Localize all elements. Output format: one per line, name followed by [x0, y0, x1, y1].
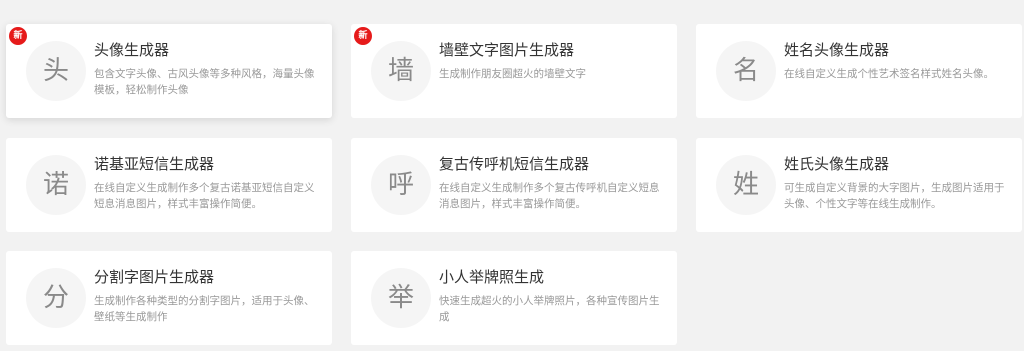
card-title[interactable]: 复古传呼机短信生成器 — [439, 153, 589, 174]
card-description: 生成制作朋友圈超火的墙壁文字 — [439, 68, 586, 80]
card-description: 在线自定义生成个性艺术签名样式姓名头像。 — [784, 68, 994, 80]
card-description: 可生成自定义背景的大字图片，生成图片适用于头像、个性文字等在线生成制作。 — [784, 182, 1005, 210]
card-icon: 诺 — [26, 155, 86, 215]
card-icon: 分 — [26, 268, 86, 328]
card-icon: 头 — [26, 41, 86, 101]
card-surname-avatar-generator[interactable]: 姓 姓氏头像生成器 可生成自定义背景的大字图片，生成图片适用于头像、个性文字等在… — [696, 138, 1022, 232]
card-icon: 墙 — [371, 41, 431, 101]
card-description: 快速生成超火的小人举牌照片，各种宣传图片生成 — [439, 295, 660, 323]
card-icon: 举 — [371, 268, 431, 328]
card-title[interactable]: 分割字图片生成器 — [94, 266, 214, 287]
card-icon: 呼 — [371, 155, 431, 215]
card-title[interactable]: 小人举牌照生成 — [439, 266, 544, 287]
card-avatar-generator[interactable]: 头 头像生成器 包含文字头像、古风头像等多种风格，海量头像模板，轻松制作头像 — [6, 24, 332, 118]
card-sign-holder-generator[interactable]: 举 小人举牌照生成 快速生成超火的小人举牌照片，各种宣传图片生成 — [351, 251, 677, 345]
new-badge: 新 — [354, 27, 372, 45]
tool-card-grid: 头 头像生成器 包含文字头像、古风头像等多种风格，海量头像模板，轻松制作头像 新… — [0, 0, 1024, 351]
card-title[interactable]: 姓氏头像生成器 — [784, 153, 889, 174]
card-icon: 姓 — [716, 155, 776, 215]
card-description: 生成制作各种类型的分割字图片，适用于头像、壁纸等生成制作 — [94, 295, 315, 323]
card-description: 包含文字头像、古风头像等多种风格，海量头像模板，轻松制作头像 — [94, 68, 315, 96]
card-nokia-sms-generator[interactable]: 诺 诺基亚短信生成器 在线自定义生成制作多个复古诺基亚短信自定义短息消息图片，样… — [6, 138, 332, 232]
card-icon: 名 — [716, 41, 776, 101]
card-title[interactable]: 诺基亚短信生成器 — [94, 153, 214, 174]
card-description: 在线自定义生成制作多个复古传呼机自定义短息消息图片，样式丰富操作简便。 — [439, 182, 660, 210]
card-wall-text-generator[interactable]: 墙 墙壁文字图片生成器 生成制作朋友圈超火的墙壁文字 — [351, 24, 677, 118]
card-title[interactable]: 头像生成器 — [94, 39, 169, 60]
card-split-text-generator[interactable]: 分 分割字图片生成器 生成制作各种类型的分割字图片，适用于头像、壁纸等生成制作 — [6, 251, 332, 345]
new-badge: 新 — [9, 27, 27, 45]
card-title[interactable]: 姓名头像生成器 — [784, 39, 889, 60]
card-title[interactable]: 墙壁文字图片生成器 — [439, 39, 574, 60]
card-pager-sms-generator[interactable]: 呼 复古传呼机短信生成器 在线自定义生成制作多个复古传呼机自定义短息消息图片，样… — [351, 138, 677, 232]
card-description: 在线自定义生成制作多个复古诺基亚短信自定义短息消息图片，样式丰富操作简便。 — [94, 182, 315, 210]
card-name-avatar-generator[interactable]: 名 姓名头像生成器 在线自定义生成个性艺术签名样式姓名头像。 — [696, 24, 1022, 118]
